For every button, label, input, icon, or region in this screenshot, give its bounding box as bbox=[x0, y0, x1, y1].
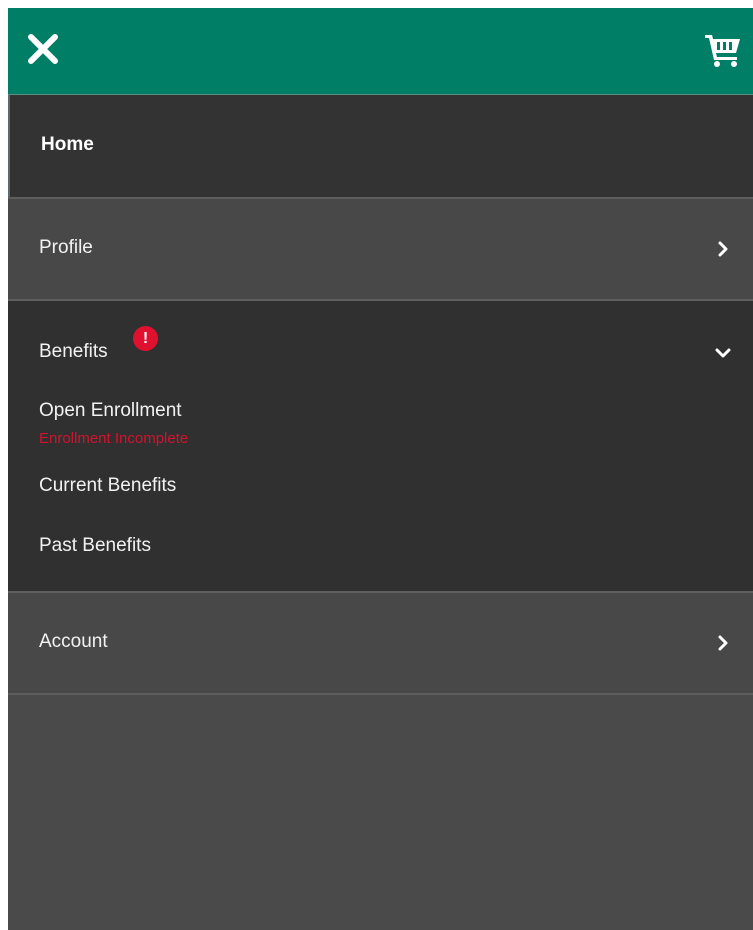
menu-item-home-label: Home bbox=[41, 134, 94, 155]
menu-section-benefits: Benefits ! Open Enrollment Enrollment In… bbox=[8, 301, 753, 591]
menu-item-account[interactable]: Account bbox=[8, 591, 753, 695]
menu-item-benefits-label: Benefits bbox=[39, 341, 108, 362]
close-icon bbox=[28, 34, 58, 64]
navigation-drawer: Home Profile Benefits ! Open Enrollment … bbox=[8, 8, 753, 930]
drawer-header bbox=[8, 8, 753, 95]
menu-item-profile-label: Profile bbox=[39, 237, 93, 258]
chevron-right-icon bbox=[718, 241, 728, 257]
close-button[interactable] bbox=[24, 30, 62, 68]
menu-item-home[interactable]: Home bbox=[8, 95, 753, 197]
chevron-right-icon bbox=[718, 635, 728, 651]
cart-button[interactable] bbox=[703, 30, 743, 68]
alert-badge: ! bbox=[133, 326, 158, 351]
shopping-cart-icon bbox=[705, 35, 740, 67]
chevron-down-icon[interactable] bbox=[713, 343, 733, 363]
submenu-item-past-benefits[interactable]: Past Benefits bbox=[39, 535, 151, 557]
menu-item-account-label: Account bbox=[39, 631, 108, 652]
enrollment-status: Enrollment Incomplete bbox=[39, 430, 189, 447]
menu-item-profile[interactable]: Profile bbox=[8, 197, 753, 301]
submenu-item-open-enrollment[interactable]: Open Enrollment bbox=[39, 400, 182, 422]
submenu-item-current-benefits[interactable]: Current Benefits bbox=[39, 475, 176, 497]
